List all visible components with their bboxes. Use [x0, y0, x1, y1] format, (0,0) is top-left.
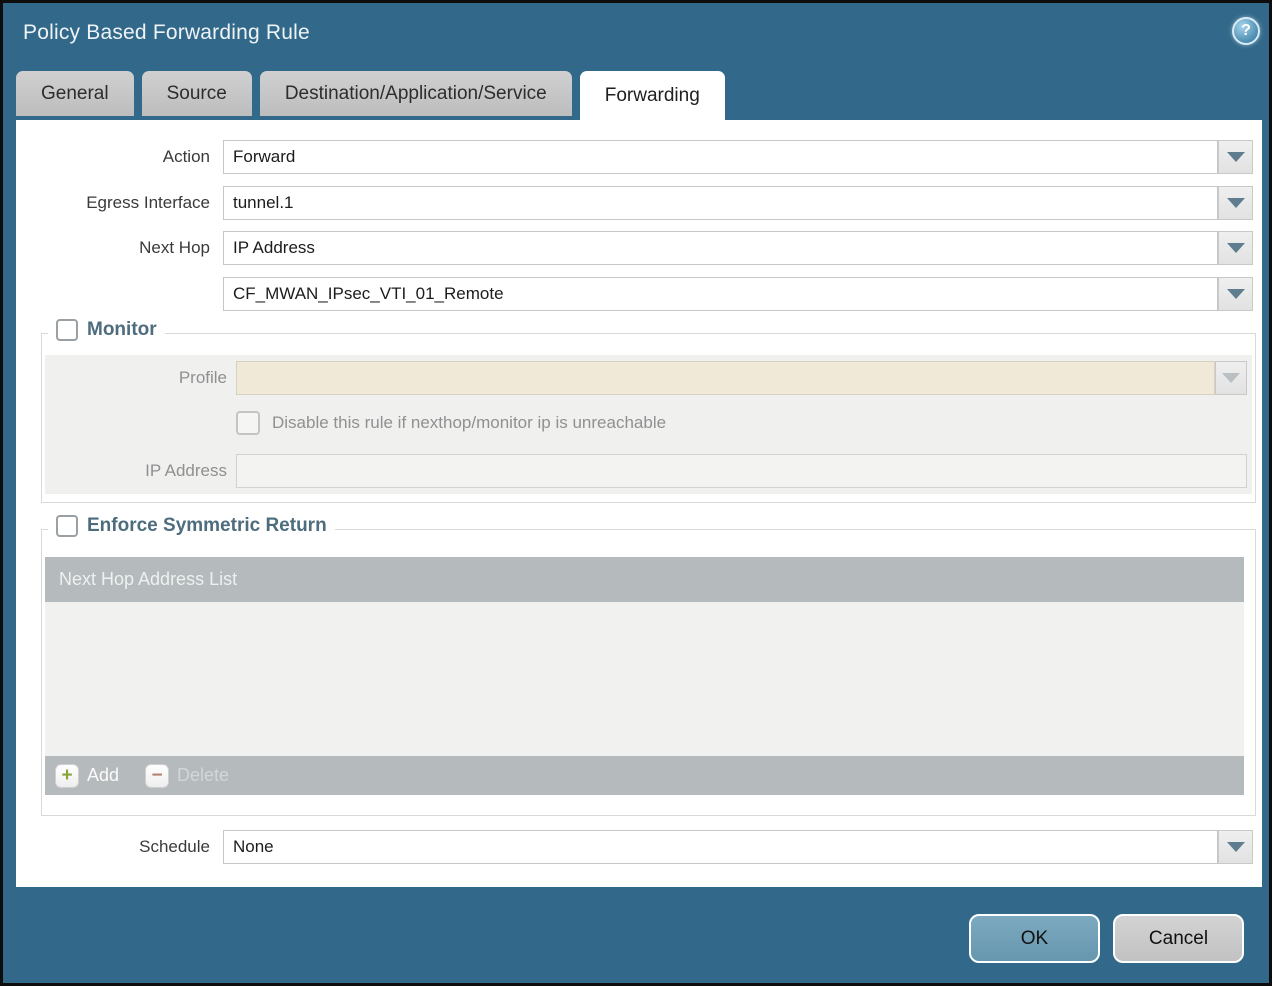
chevron-down-icon	[1227, 842, 1245, 852]
disable-rule-label: Disable this rule if nexthop/monitor ip …	[272, 406, 666, 440]
monitor-ip-address-input	[236, 454, 1247, 488]
chevron-down-icon	[1222, 373, 1240, 383]
profile-dropdown-button	[1215, 361, 1247, 395]
table-body[interactable]	[45, 602, 1244, 756]
delete-button: − Delete	[145, 764, 229, 788]
table-header-row: Next Hop Address List	[45, 557, 1244, 602]
forwarding-tab-panel: Action Forward Egress Interface tunnel.1…	[16, 120, 1262, 887]
monitor-ip-address-label: IP Address	[42, 454, 227, 488]
ok-button[interactable]: OK	[969, 914, 1100, 963]
action-label: Action	[16, 140, 210, 174]
schedule-label: Schedule	[16, 830, 210, 864]
action-dropdown-button[interactable]	[1218, 140, 1253, 174]
disable-rule-checkbox	[236, 411, 260, 435]
add-button-label: Add	[87, 765, 119, 786]
add-button[interactable]: + Add	[55, 764, 119, 788]
cancel-button[interactable]: Cancel	[1113, 914, 1244, 963]
pbf-rule-dialog: Policy Based Forwarding Rule ? General S…	[0, 0, 1272, 986]
symmetric-return-legend: Enforce Symmetric Return	[48, 515, 335, 537]
plus-icon: +	[55, 764, 79, 788]
profile-label: Profile	[42, 361, 227, 395]
next-hop-address-dropdown-button[interactable]	[1218, 277, 1253, 311]
chevron-down-icon	[1227, 198, 1245, 208]
tab-destination-application-service[interactable]: Destination/Application/Service	[260, 71, 572, 116]
egress-interface-label: Egress Interface	[16, 186, 210, 220]
monitor-fieldset: Monitor Profile Disable this rule if nex…	[41, 333, 1256, 503]
schedule-dropdown-button[interactable]	[1218, 830, 1253, 864]
next-hop-address-select[interactable]: CF_MWAN_IPsec_VTI_01_Remote	[223, 277, 1218, 311]
next-hop-type-dropdown-button[interactable]	[1218, 231, 1253, 265]
next-hop-address-list-table: Next Hop Address List + Add − Delete	[45, 557, 1244, 795]
symmetric-return-legend-label: Enforce Symmetric Return	[87, 515, 327, 537]
monitor-checkbox[interactable]	[56, 319, 78, 341]
egress-interface-select[interactable]: tunnel.1	[223, 186, 1218, 220]
chevron-down-icon	[1227, 289, 1245, 299]
monitor-legend: Monitor	[48, 319, 165, 341]
next-hop-type-select[interactable]: IP Address	[223, 231, 1218, 265]
next-hop-label: Next Hop	[16, 231, 210, 265]
table-toolbar: + Add − Delete	[45, 756, 1244, 795]
tab-source[interactable]: Source	[142, 71, 252, 116]
chevron-down-icon	[1227, 152, 1245, 162]
tab-general[interactable]: General	[16, 71, 134, 116]
table-header-next-hop-address-list: Next Hop Address List	[59, 569, 237, 590]
delete-button-label: Delete	[177, 765, 229, 786]
profile-select	[236, 361, 1215, 395]
symmetric-return-checkbox[interactable]	[56, 515, 78, 537]
minus-icon: −	[145, 764, 169, 788]
schedule-select[interactable]: None	[223, 830, 1218, 864]
action-select[interactable]: Forward	[223, 140, 1218, 174]
symmetric-return-fieldset: Enforce Symmetric Return Next Hop Addres…	[41, 529, 1256, 816]
egress-interface-dropdown-button[interactable]	[1218, 186, 1253, 220]
chevron-down-icon	[1227, 243, 1245, 253]
tab-forwarding[interactable]: Forwarding	[580, 71, 725, 120]
dialog-title: Policy Based Forwarding Rule	[23, 21, 310, 45]
monitor-legend-label: Monitor	[87, 319, 157, 341]
tab-bar: General Source Destination/Application/S…	[16, 71, 725, 120]
help-icon[interactable]: ?	[1232, 17, 1260, 45]
